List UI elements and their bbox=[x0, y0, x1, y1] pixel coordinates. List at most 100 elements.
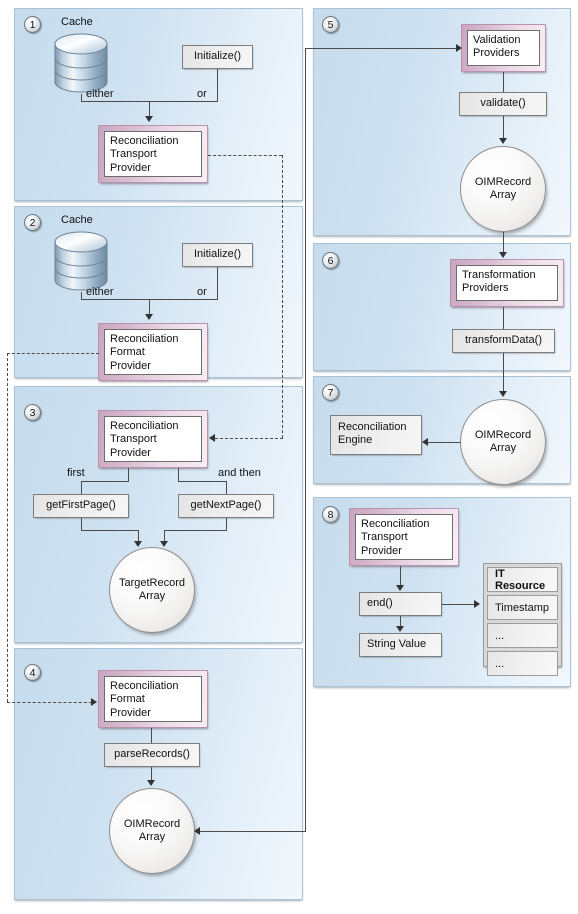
provider-1-line3: Provider bbox=[110, 161, 151, 174]
either-label-2: either bbox=[86, 286, 114, 298]
reconciliation-format-provider-4[interactable]: Reconciliation Format Provider bbox=[98, 670, 208, 728]
connector-p3-to-next bbox=[226, 481, 227, 494]
or-label-1: or bbox=[197, 88, 207, 100]
parse-records-button[interactable]: parseRecords() bbox=[104, 743, 200, 767]
panel-2-number: 2 bbox=[24, 214, 41, 231]
dashed-p1-out bbox=[208, 155, 282, 156]
provider-3-line3: Provider bbox=[110, 446, 151, 459]
provider-3-inner: Reconciliation Transport Provider bbox=[104, 416, 202, 462]
connector-p3-to-first bbox=[81, 481, 82, 494]
provider-6-line1: Transformation bbox=[462, 269, 536, 281]
rec-engine-line1: Reconciliation bbox=[338, 421, 407, 433]
arrow-into-p4-array bbox=[194, 827, 200, 835]
connector-next-in bbox=[164, 530, 227, 531]
connector-first-down bbox=[81, 518, 82, 530]
provider-8-line3: Provider bbox=[361, 544, 402, 557]
provider-4-line3: Provider bbox=[110, 706, 151, 719]
either-label-1: either bbox=[86, 88, 114, 100]
dashed-into-p3 bbox=[215, 438, 283, 439]
connector-p4-to-p5-vert bbox=[305, 48, 306, 831]
arrow-to-provider-1 bbox=[145, 116, 153, 122]
arrow-to-string-value bbox=[396, 626, 404, 632]
oim-record-array-circle-5: OIMRecord Array bbox=[460, 146, 546, 232]
validate-button[interactable]: validate() bbox=[459, 92, 547, 116]
or-label-2: or bbox=[197, 286, 207, 298]
reconciliation-format-provider-2[interactable]: Reconciliation Format Provider bbox=[98, 323, 208, 381]
arrow-first-to-array bbox=[134, 541, 142, 547]
provider-1-inner: Reconciliation Transport Provider bbox=[104, 131, 202, 177]
reconciliation-engine-box[interactable]: Reconciliation Engine bbox=[330, 415, 422, 455]
panel-4-number: 4 bbox=[24, 664, 41, 681]
transformation-providers-6[interactable]: Transformation Providers bbox=[450, 259, 564, 307]
panel-5-number: 5 bbox=[322, 16, 339, 33]
reconciliation-transport-provider-1[interactable]: Reconciliation Transport Provider bbox=[98, 125, 208, 183]
first-label: first bbox=[67, 467, 85, 479]
connector-parse-down bbox=[151, 767, 152, 781]
connector-init-down-2 bbox=[217, 267, 218, 299]
provider-1-line1: Reconciliation bbox=[110, 135, 179, 147]
connector-p3-right-bar bbox=[178, 481, 226, 482]
reconciliation-transport-provider-3[interactable]: Reconciliation Transport Provider bbox=[98, 410, 208, 468]
connector-end-to-itresource bbox=[442, 604, 475, 605]
connector-p5-to-validate bbox=[503, 72, 504, 92]
arrow-to-provider-2 bbox=[145, 314, 153, 320]
arrow-transform-to-array bbox=[499, 391, 507, 397]
provider-3-line2: Transport bbox=[110, 433, 157, 446]
connector-p4-to-p5-top bbox=[305, 48, 457, 49]
it-resource-row-2: ... bbox=[487, 623, 558, 648]
it-resource-row-timestamp: Timestamp bbox=[487, 595, 558, 620]
connector-p3-stem-right bbox=[178, 468, 179, 481]
connector-merge-down-2 bbox=[149, 299, 150, 315]
connector-p6-to-transform bbox=[503, 307, 504, 329]
provider-5-line2: Providers bbox=[473, 47, 520, 60]
end-button[interactable]: end() bbox=[359, 592, 442, 616]
connector-validate-down bbox=[503, 116, 504, 139]
get-first-page-button[interactable]: getFirstPage() bbox=[33, 494, 129, 518]
string-value-box[interactable]: String Value bbox=[359, 633, 442, 657]
initialize-button-1[interactable]: Initialize() bbox=[182, 45, 253, 69]
provider-2-line3: Provider bbox=[110, 359, 151, 372]
cache-cylinder-icon-1 bbox=[53, 32, 109, 94]
connector-p4-to-parse bbox=[151, 728, 152, 743]
provider-6-inner: Transformation Providers bbox=[456, 265, 558, 301]
connector-into-p4-array bbox=[200, 831, 306, 832]
arrow-dashed-to-p3 bbox=[209, 434, 215, 442]
diagram-canvas: 1 Cache Initialize() either or Reconcili… bbox=[0, 0, 578, 914]
connector-next-down bbox=[226, 518, 227, 530]
rec-engine-line2: Engine bbox=[338, 434, 373, 447]
transform-data-button[interactable]: transformData() bbox=[452, 329, 555, 353]
it-resource-row-3: ... bbox=[487, 651, 558, 676]
cache-cylinder-icon-2 bbox=[53, 230, 109, 292]
panel-1-number: 1 bbox=[24, 16, 41, 33]
dashed-p1-down bbox=[282, 155, 283, 438]
dashed-into-p4 bbox=[7, 702, 92, 703]
oim-record-array-circle-4: OIMRecord Array bbox=[109, 788, 195, 874]
connector-init-down-1 bbox=[217, 69, 218, 101]
it-resource-table: IT Resource Timestamp ... ... bbox=[483, 563, 562, 676]
provider-4-line1: Reconciliation bbox=[110, 680, 179, 692]
reconciliation-transport-provider-8[interactable]: Reconciliation Transport Provider bbox=[349, 508, 459, 566]
provider-4-line2: Format bbox=[110, 693, 145, 706]
cache-label-1: Cache bbox=[61, 16, 93, 28]
arrow-to-transformation bbox=[499, 252, 507, 258]
dashed-p2-down bbox=[7, 353, 8, 702]
provider-8-line2: Transport bbox=[361, 531, 408, 544]
arrow-parse-to-array bbox=[147, 780, 155, 786]
oim-record-5-line1: OIMRecord bbox=[474, 175, 532, 188]
panel-6-number: 6 bbox=[322, 252, 339, 269]
arrow-to-engine bbox=[422, 438, 428, 446]
arrow-validate-to-array bbox=[499, 138, 507, 144]
provider-2-line2: Format bbox=[110, 346, 145, 359]
initialize-button-2[interactable]: Initialize() bbox=[182, 243, 253, 267]
validation-providers-5[interactable]: Validation Providers bbox=[461, 24, 546, 72]
connector-array-to-engine bbox=[428, 442, 461, 443]
arrow-dashed-to-p4 bbox=[91, 698, 97, 706]
oim-record-4-line1: OIMRecord bbox=[123, 817, 181, 830]
provider-2-inner: Reconciliation Format Provider bbox=[104, 329, 202, 375]
provider-8-line1: Reconciliation bbox=[361, 518, 430, 530]
provider-6-line2: Providers bbox=[462, 282, 509, 295]
connector-p8-to-end bbox=[400, 566, 401, 586]
panel-7-number: 7 bbox=[322, 384, 339, 401]
connector-cache-down-1 bbox=[81, 94, 82, 101]
get-next-page-button[interactable]: getNextPage() bbox=[178, 494, 274, 518]
